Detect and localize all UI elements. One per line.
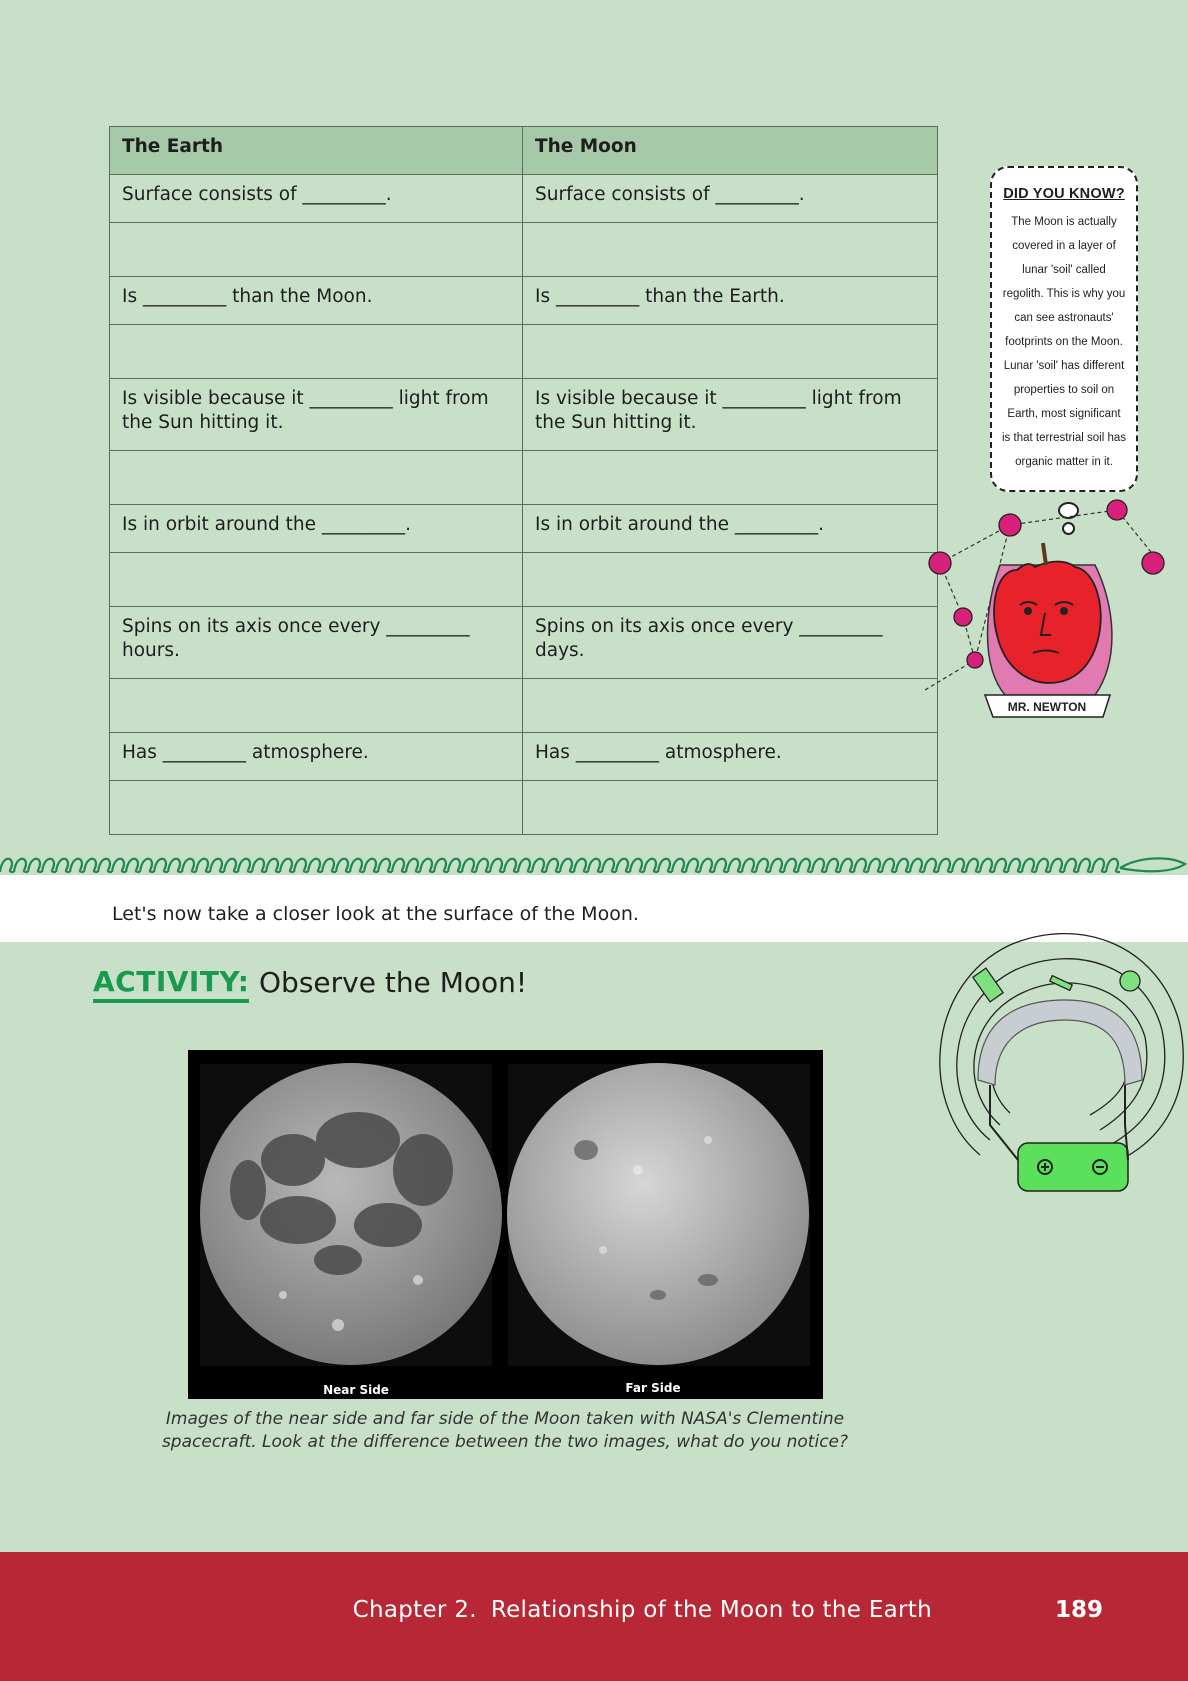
near-side-moon xyxy=(200,1063,502,1365)
chapter-title: Chapter 2. Relationship of the Moon to th… xyxy=(353,1597,932,1623)
moon-cell: Is in orbit around the _________. xyxy=(522,504,938,553)
moon-answer-cell[interactable] xyxy=(522,324,938,379)
nut-icon xyxy=(1119,970,1141,992)
electromagnet-illustration xyxy=(939,932,1184,1192)
earth-answer-cell[interactable] xyxy=(109,222,523,277)
page-number: 189 xyxy=(1055,1597,1104,1623)
image-caption: Images of the near side and far side of … xyxy=(161,1409,849,1452)
near-side-label: Near Side xyxy=(323,1383,389,1397)
nail-icon xyxy=(1048,974,1074,992)
battery-icon xyxy=(1017,1142,1129,1192)
activity-label: ACTIVITY: xyxy=(93,965,250,1003)
table-row: Surface consists of _________. Surface c… xyxy=(109,174,938,223)
bolt-icon xyxy=(971,967,1005,1003)
earth-answer-cell[interactable] xyxy=(109,780,523,835)
moon-answer-cell[interactable] xyxy=(522,552,938,607)
chapter-name: Relationship of the Moon to the Earth xyxy=(490,1597,932,1623)
answer-row xyxy=(109,780,938,835)
moon-answer-cell[interactable] xyxy=(522,780,938,835)
earth-answer-cell[interactable] xyxy=(109,552,523,607)
moon-comparison-image: Near Side Far Side xyxy=(188,1050,823,1399)
earth-answer-cell[interactable] xyxy=(109,324,523,379)
page-footer: Chapter 2. Relationship of the Moon to th… xyxy=(0,1552,1188,1681)
earth-cell: Is _________ than the Moon. xyxy=(109,276,523,325)
answer-row xyxy=(109,324,938,379)
table-row: Is _________ than the Moon. Is _________… xyxy=(109,276,938,325)
moon-cell: Has _________ atmosphere. xyxy=(522,732,938,781)
table-row: Spins on its axis once every _________ h… xyxy=(109,606,938,679)
did-you-know-bubble: DID YOU KNOW? The Moon is actually cover… xyxy=(990,166,1138,492)
earth-cell: Spins on its axis once every _________ h… xyxy=(109,606,523,679)
table-row: Is visible because it _________ light fr… xyxy=(109,378,938,451)
earth-answer-cell[interactable] xyxy=(109,678,523,733)
answer-row xyxy=(109,450,938,505)
earth-cell: Has _________ atmosphere. xyxy=(109,732,523,781)
did-you-know-title: DID YOU KNOW? xyxy=(1003,186,1125,202)
table-header-row: The Earth The Moon xyxy=(109,126,938,175)
apple-face xyxy=(993,560,1102,684)
earth-cell: Is visible because it _________ light fr… xyxy=(109,378,523,451)
newton-label: MR. NEWTON xyxy=(1008,700,1086,714)
earth-cell: Surface consists of _________. xyxy=(109,174,523,223)
header-moon: The Moon xyxy=(522,126,938,175)
header-earth: The Earth xyxy=(109,126,523,175)
table-row: Has _________ atmosphere. Has _________ … xyxy=(109,732,938,781)
moon-cell: Is _________ than the Earth. xyxy=(522,276,938,325)
moon-cell: Spins on its axis once every _________ d… xyxy=(522,606,938,679)
intro-text: Let's now take a closer look at the surf… xyxy=(112,903,639,925)
newton-apple-illustration: MR. NEWTON xyxy=(925,499,1165,718)
moon-cell: Surface consists of _________. xyxy=(522,174,938,223)
moon-cell: Is visible because it _________ light fr… xyxy=(522,378,938,451)
moon-answer-cell[interactable] xyxy=(522,678,938,733)
answer-row xyxy=(109,222,938,277)
answer-row xyxy=(109,678,938,733)
moon-answer-cell[interactable] xyxy=(522,450,938,505)
comparison-table: The Earth The Moon Surface consists of _… xyxy=(109,126,938,835)
moon-answer-cell[interactable] xyxy=(522,222,938,277)
far-side-label: Far Side xyxy=(625,1381,680,1395)
earth-cell: Is in orbit around the _________. xyxy=(109,504,523,553)
table-row: Is in orbit around the _________. Is in … xyxy=(109,504,938,553)
did-you-know-text: The Moon is actually covered in a layer … xyxy=(1002,216,1126,468)
far-side-moon xyxy=(507,1063,809,1365)
activity-title: Observe the Moon! xyxy=(259,966,528,999)
answer-row xyxy=(109,552,938,607)
earth-answer-cell[interactable] xyxy=(109,450,523,505)
chapter-number: Chapter 2. xyxy=(352,1597,477,1623)
slinky-coil xyxy=(977,999,1143,1086)
